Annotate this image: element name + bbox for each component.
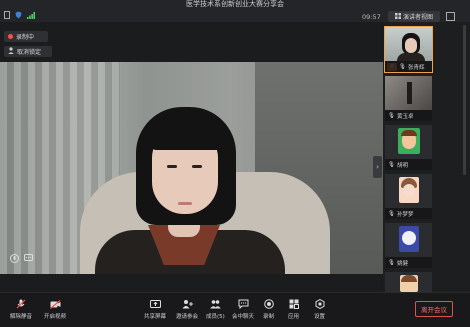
microphone-icon: 🎙	[399, 63, 406, 70]
members-label: 成员(5)	[206, 314, 225, 320]
title-bar: 医学技术系创新创业大赛分享会 09:57 演讲者视图	[0, 0, 470, 22]
apps-label: 应用	[288, 314, 300, 320]
unmute-label: 解除静音	[10, 314, 33, 320]
microphone-icon: 🎙	[388, 259, 395, 266]
chat-bubble-icon	[238, 299, 249, 309]
settings-button[interactable]: 设置	[314, 299, 325, 320]
chat-icon[interactable]	[24, 254, 33, 264]
signal-icon	[27, 11, 35, 21]
share-screen-button[interactable]: 共享屏幕	[144, 299, 166, 320]
meeting-toolbar: 解除静音 开启视频 共享屏幕 邀请参会 成员(5) 会中聊天 录制 应用 设置 …	[0, 292, 470, 327]
participant-tile[interactable]: 🎙 姚健	[385, 223, 432, 268]
status-icons	[4, 11, 35, 21]
participant-tile[interactable]	[385, 272, 432, 292]
participant-video	[385, 76, 432, 110]
microphone-icon: 🎙	[388, 210, 395, 217]
leave-meeting-button[interactable]: 离开会议	[415, 301, 453, 317]
record-button[interactable]: 录制	[263, 299, 274, 320]
meeting-title: 医学技术系创新创业大赛分享会	[186, 0, 284, 8]
unmute-button[interactable]: 解除静音	[10, 299, 32, 320]
microphone-icon[interactable]	[10, 254, 19, 265]
person-icon	[8, 47, 14, 56]
add-person-icon	[182, 299, 193, 309]
settings-label: 设置	[314, 314, 326, 320]
participant-name: 姚健	[396, 260, 408, 267]
start-video-label: 开启视频	[44, 314, 67, 320]
shield-icon	[15, 11, 22, 21]
speaker-bangs	[150, 120, 222, 150]
speaker-mouth	[178, 202, 192, 205]
participant-caption: 🎙 孙梦梦	[385, 208, 432, 219]
participant-caption: 🎙 张青辉	[385, 61, 432, 72]
unlock-label: 取消锁定	[17, 49, 42, 56]
speaker-view-button[interactable]: 演讲者视图	[388, 11, 440, 22]
apps-icon	[288, 299, 299, 309]
microphone-icon: 🎙	[388, 112, 395, 119]
participant-video	[385, 174, 432, 208]
share-screen-label: 共享屏幕	[144, 314, 167, 320]
share-screen-icon	[149, 299, 161, 309]
invite-label: 邀请参会	[176, 314, 199, 320]
participant-name: 胡明	[396, 162, 408, 169]
chat-label: 会中聊天	[232, 314, 255, 320]
recording-dot-icon	[8, 34, 13, 39]
chat-button[interactable]: 会中聊天	[232, 299, 254, 320]
start-video-button[interactable]: 开启视频	[44, 299, 66, 320]
members-icon	[210, 299, 221, 309]
participant-tile[interactable]: ▼ 🎙 张青辉	[384, 26, 433, 73]
record-label: 录制	[263, 314, 275, 320]
participant-sidebar: ▼ 🎙 张青辉 🎙 黄玉卓 🎙 胡明	[383, 22, 470, 292]
participant-caption: 🎙 姚健	[385, 257, 432, 268]
sidebar-scrollbar[interactable]	[463, 25, 466, 175]
camera-off-icon	[49, 299, 61, 309]
invite-button[interactable]: 邀请参会	[176, 299, 198, 320]
sim-card-icon	[4, 11, 10, 21]
collapse-sidebar-button[interactable]: ›	[373, 156, 382, 178]
speaker-eye-left	[167, 165, 177, 168]
apps-button[interactable]: 应用	[288, 299, 299, 320]
participant-video	[385, 125, 432, 159]
participant-video	[385, 272, 432, 292]
members-button[interactable]: 成员(5)	[206, 299, 225, 320]
main-video[interactable]	[0, 62, 383, 274]
participant-tile[interactable]: 🎙 胡明	[385, 125, 432, 170]
participant-name: 张青辉	[407, 64, 425, 71]
meeting-clock: 09:57	[362, 13, 381, 21]
speaker-eye-right	[192, 165, 202, 168]
speaker-view-label: 演讲者视图	[402, 14, 433, 21]
participant-tile[interactable]: 🎙 黄玉卓	[385, 76, 432, 121]
participant-video	[385, 27, 432, 61]
unlock-button[interactable]: 取消锁定	[4, 46, 52, 57]
participant-caption: 🎙 胡明	[385, 159, 432, 170]
participant-caption: 🎙 黄玉卓	[385, 110, 432, 121]
microphone-icon: 🎙	[388, 161, 395, 168]
participant-name: 黄玉卓	[396, 113, 414, 120]
recording-label: 录制中	[16, 34, 35, 41]
gear-icon	[314, 299, 325, 309]
microphone-muted-icon	[16, 299, 27, 309]
grid-icon	[394, 12, 401, 21]
recording-indicator[interactable]: 录制中	[4, 31, 48, 42]
participant-name: 孙梦梦	[396, 211, 414, 218]
participant-tile[interactable]: 🎙 孙梦梦	[385, 174, 432, 219]
fullscreen-icon[interactable]	[446, 12, 455, 21]
participant-video	[385, 223, 432, 257]
record-icon	[263, 299, 274, 309]
